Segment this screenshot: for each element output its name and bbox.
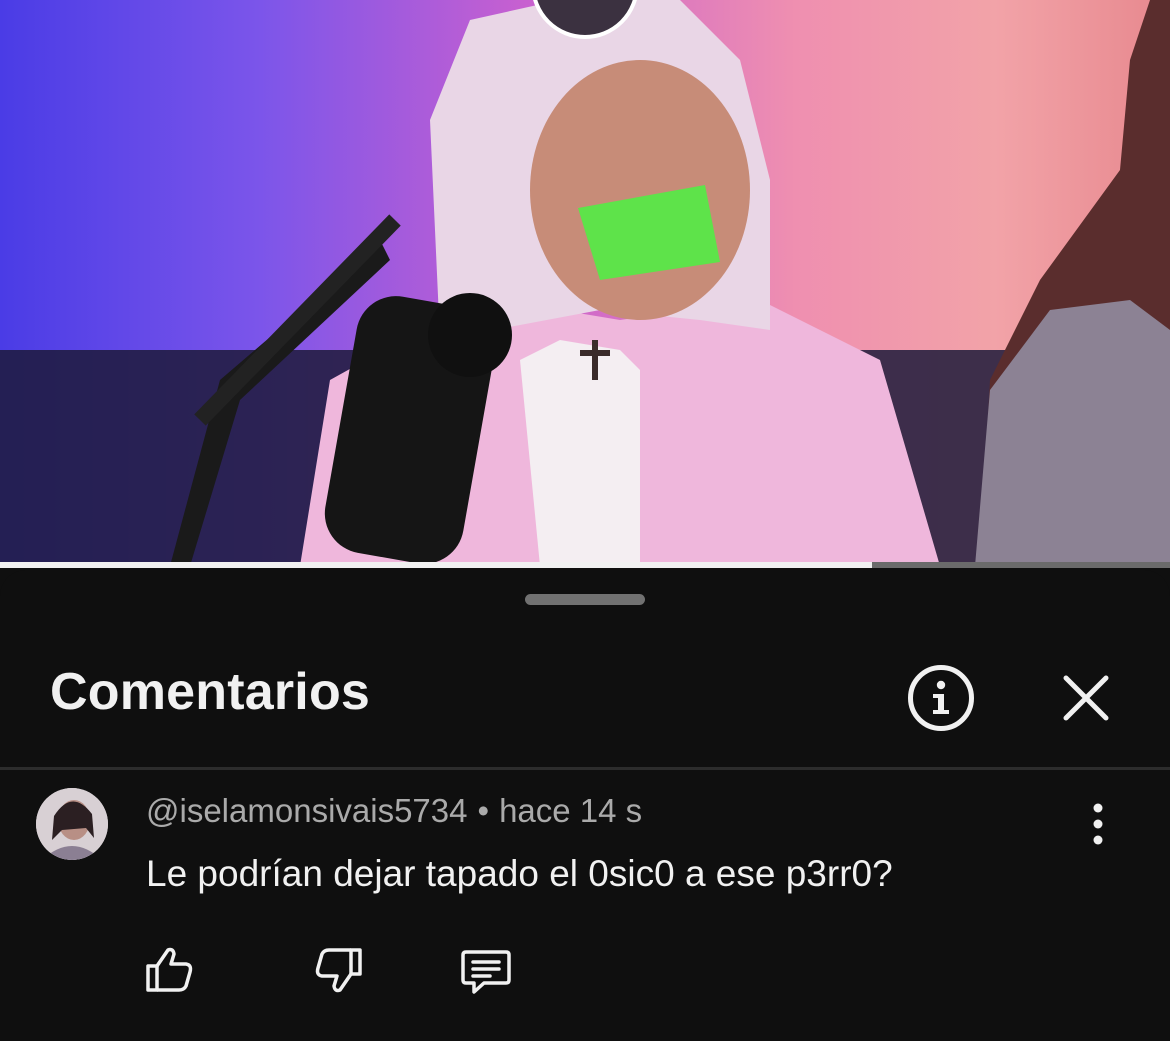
- close-button[interactable]: [1058, 670, 1114, 726]
- video-player[interactable]: [0, 0, 1170, 566]
- reply-icon: [461, 950, 511, 994]
- info-button[interactable]: [908, 665, 974, 731]
- comment-more-button[interactable]: [1082, 802, 1114, 846]
- dislike-button[interactable]: [310, 942, 366, 998]
- comment-time: hace 14 s: [499, 792, 643, 829]
- video-frame: [0, 0, 1170, 566]
- comment-meta: @iselamonsivais5734 • hace 14 s: [146, 792, 642, 830]
- info-circle-icon: [933, 680, 949, 714]
- more-vertical-icon: [1093, 803, 1103, 845]
- sheet-title: Comentarios: [50, 663, 371, 721]
- avatar-image: [36, 788, 108, 860]
- close-icon: [1063, 675, 1109, 721]
- video-progress-fill: [0, 562, 872, 568]
- reply-button[interactable]: [458, 942, 514, 998]
- avatar[interactable]: [36, 788, 108, 860]
- comments-sheet: Comentarios @iselamonsivais5734 • hace 14 …: [0, 570, 1170, 1041]
- comment-text: Le podrían dejar tapado el 0sic0 a ese p…: [146, 853, 893, 894]
- dislike-icon: [315, 948, 362, 993]
- comment-author[interactable]: @iselamonsivais5734: [146, 792, 468, 829]
- like-icon: [146, 947, 193, 992]
- meta-separator: •: [477, 792, 490, 829]
- like-button[interactable]: [142, 942, 198, 998]
- divider: [0, 767, 1170, 770]
- drag-handle[interactable]: [525, 594, 645, 605]
- video-progress-bar[interactable]: [0, 562, 1170, 568]
